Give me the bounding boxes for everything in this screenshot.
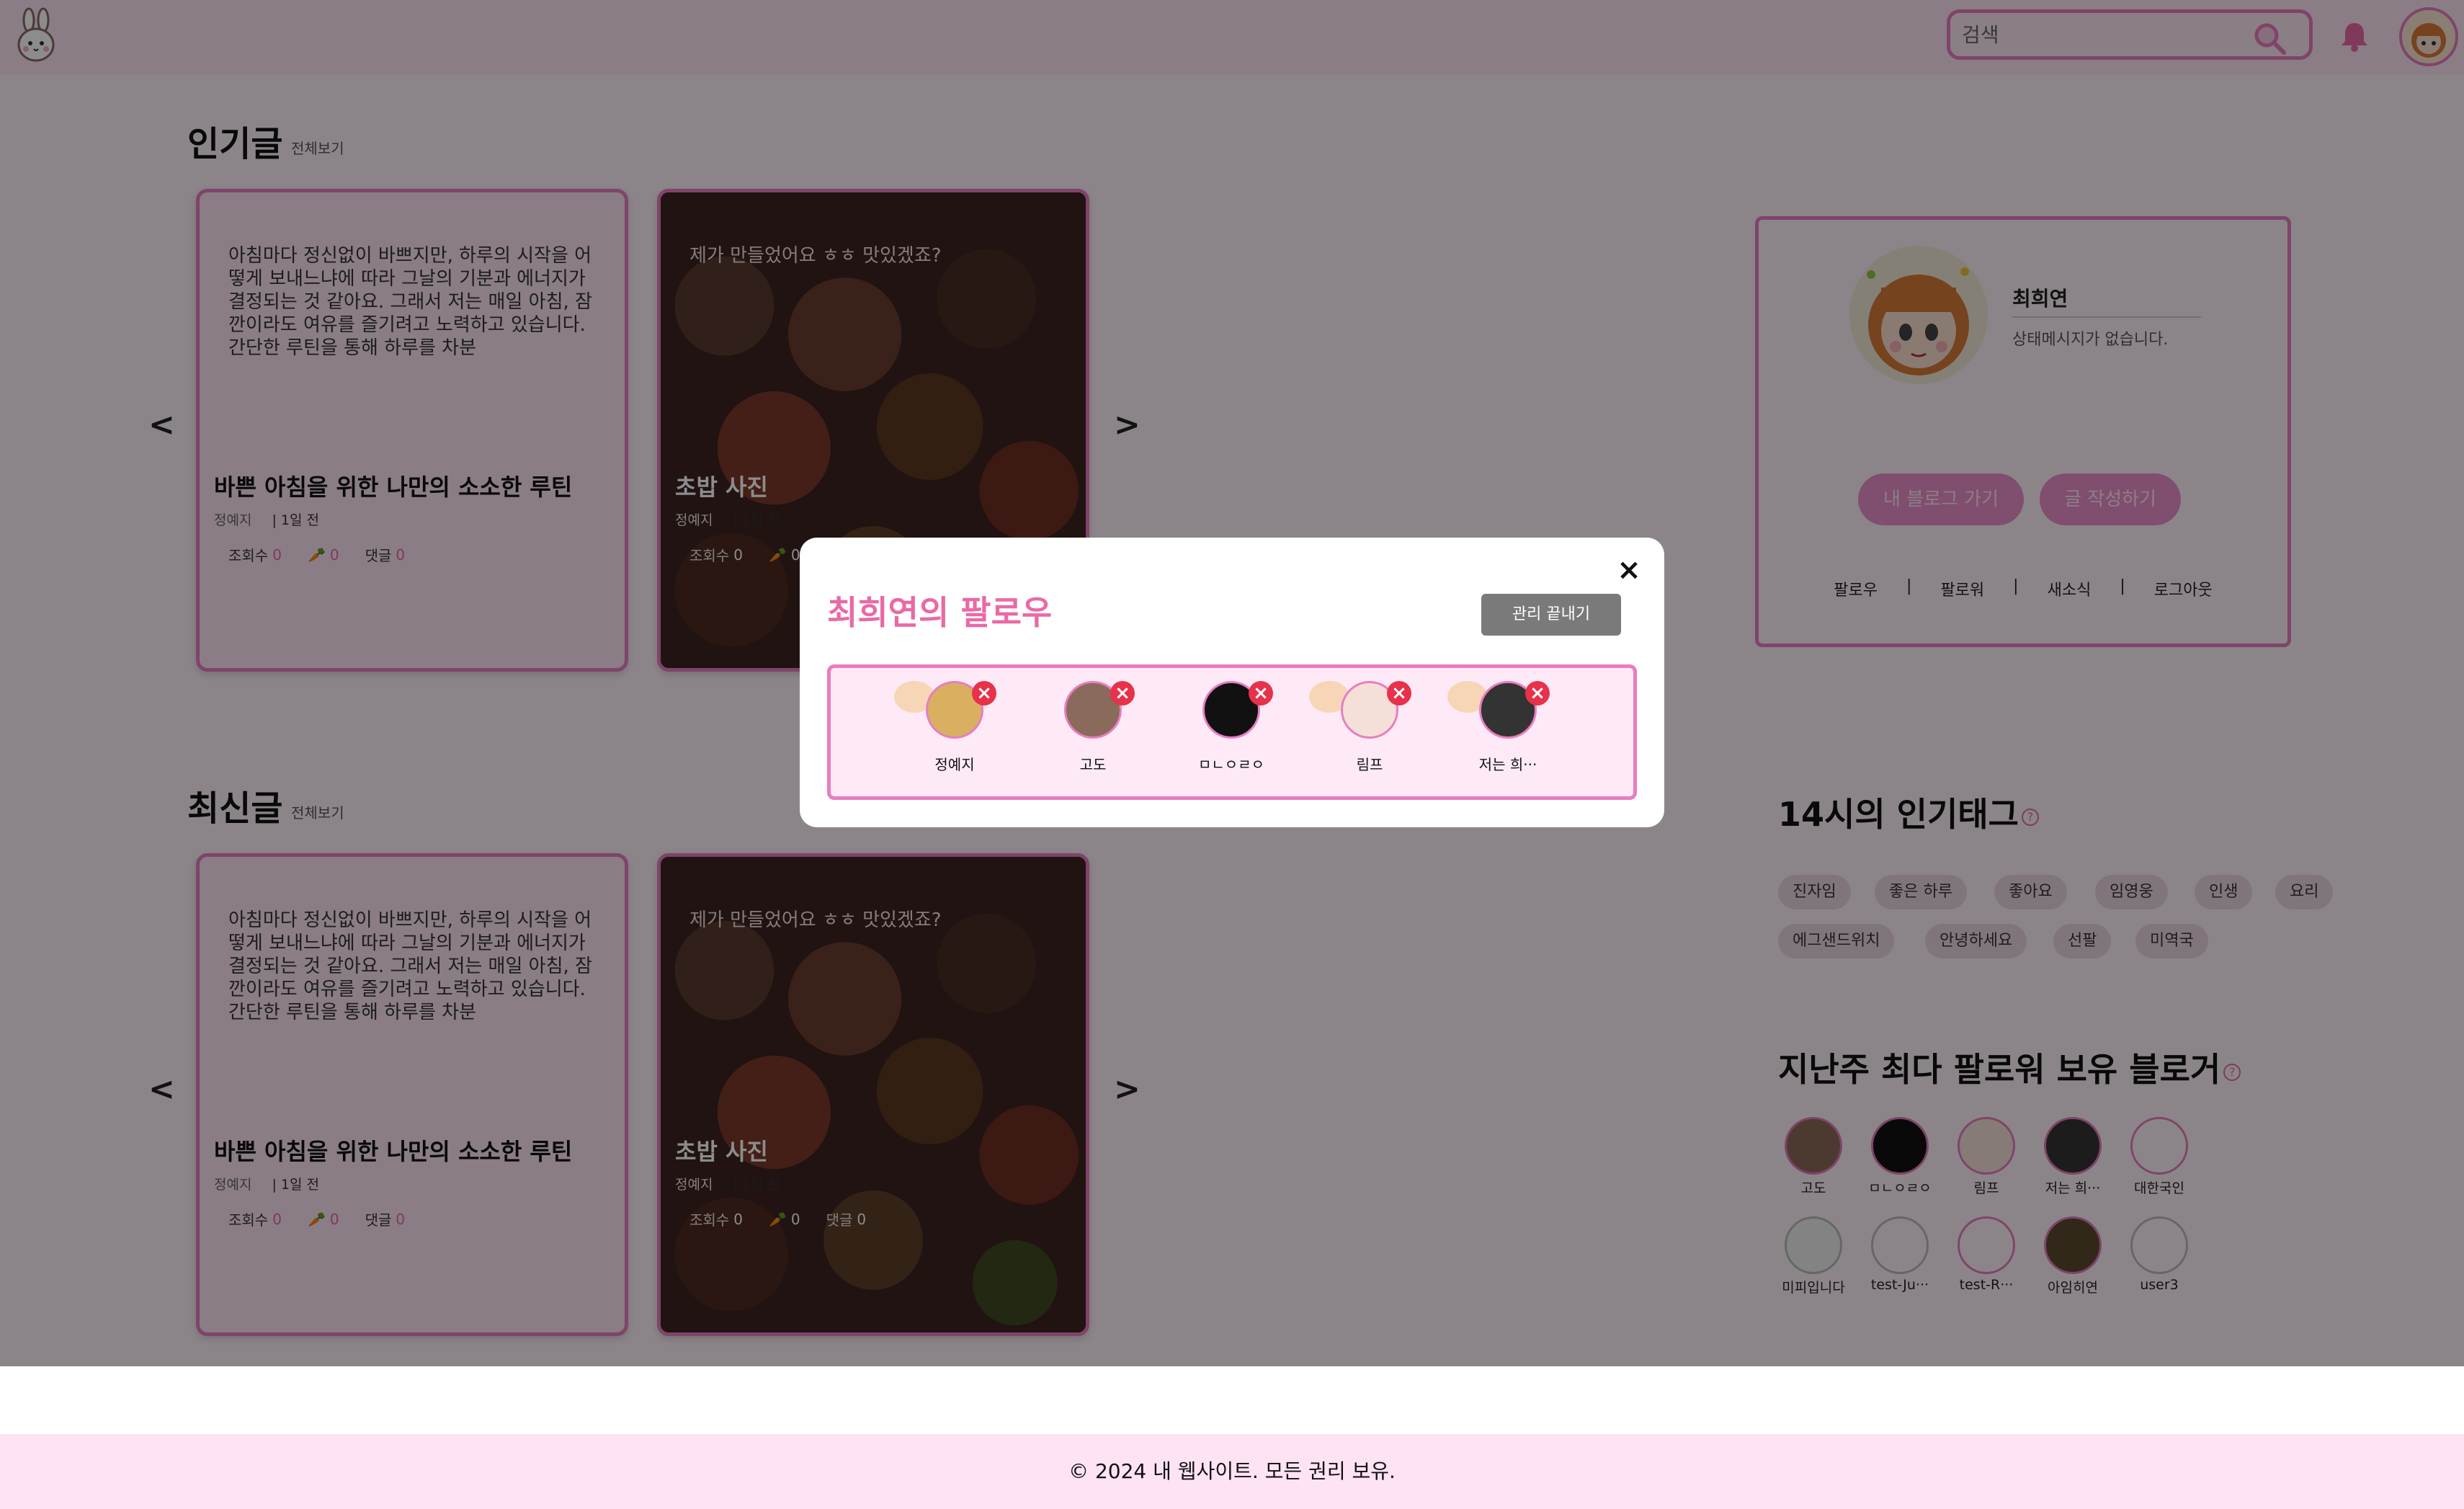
close-icon[interactable]: × [1612,553,1646,587]
follow-modal: × 최희연의 팔로우 관리 끝내기 × 정예지 × 고도 × ㅁㄴㅇㄹㅇ × 림… [800,538,1664,827]
follow-name: 저는 희··· [1478,756,1537,773]
follow-name: 정예지 [934,756,975,773]
follow-list: × 정예지 × 고도 × ㅁㄴㅇㄹㅇ × 림프 × 저는 희··· [827,664,1637,800]
remove-icon[interactable]: × [972,681,996,705]
follow-name: 고도 [1079,756,1107,773]
follow-name: ㅁㄴㅇㄹㅇ [1198,756,1264,773]
footer: © 2024 내 웹사이트. 모든 권리 보유. [0,1434,2464,1509]
remove-icon[interactable]: × [1110,681,1135,705]
follow-name: 림프 [1356,756,1383,773]
remove-icon[interactable]: × [1525,681,1550,705]
remove-icon[interactable]: × [1249,681,1273,705]
modal-title: 최희연의 팔로우 [827,593,1053,632]
end-manage-button[interactable]: 관리 끝내기 [1481,594,1621,636]
page-gap [0,1366,2464,1434]
remove-icon[interactable]: × [1387,681,1411,705]
